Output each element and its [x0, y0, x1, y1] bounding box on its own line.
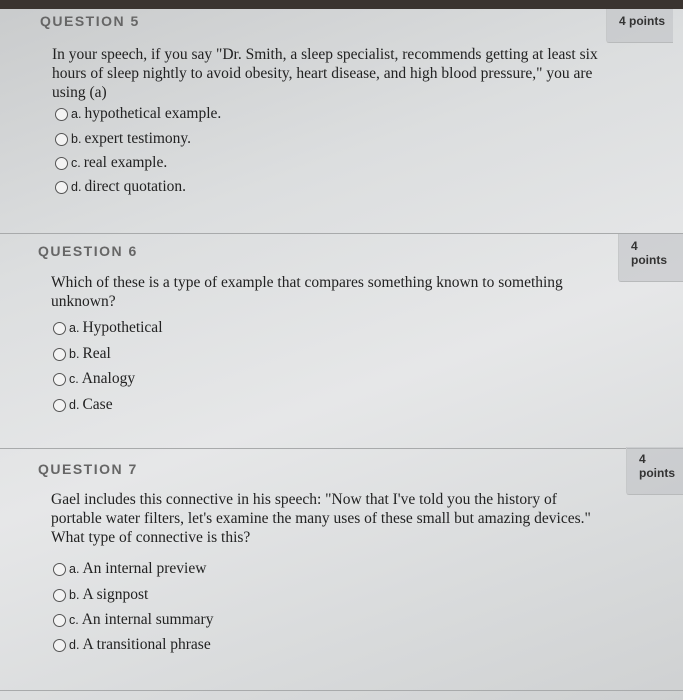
option-letter: b.	[69, 347, 80, 361]
radio-button-icon[interactable]	[53, 588, 66, 602]
radio-button-icon[interactable]	[55, 180, 68, 194]
browser-top-bar	[0, 0, 683, 9]
question-divider	[0, 233, 683, 234]
radio-button-icon[interactable]	[53, 562, 66, 576]
radio-button-icon[interactable]	[53, 347, 66, 361]
option-letter: c.	[69, 372, 79, 386]
option-label: direct quotation.	[84, 178, 187, 195]
option-letter: b.	[69, 588, 80, 602]
option-letter: d.	[71, 180, 82, 194]
option-label: Real	[82, 345, 111, 362]
question-text-line: Gael includes this connective in his spe…	[51, 491, 557, 508]
question-text-line: Which of these is a type of example that…	[51, 274, 563, 291]
option-letter: d.	[69, 638, 80, 652]
option-c[interactable]: c. Analogy	[53, 370, 135, 388]
option-letter: d.	[69, 398, 80, 412]
question-text: In your speech, if you say "Dr. Smith, a…	[52, 45, 598, 102]
question-text-line: unknown?	[51, 293, 116, 310]
question-divider	[0, 690, 683, 691]
option-b[interactable]: b. Real	[53, 345, 111, 363]
option-a[interactable]: a. Hypothetical	[53, 319, 163, 337]
option-letter: c.	[69, 613, 79, 627]
radio-button-icon[interactable]	[53, 613, 66, 627]
question-header: QUESTION 7	[38, 461, 138, 477]
option-label: real example.	[83, 154, 168, 171]
option-letter: a.	[69, 321, 80, 335]
option-label: A transitional phrase	[82, 636, 211, 653]
question-header: QUESTION 6	[38, 243, 138, 259]
option-c[interactable]: c. real example.	[55, 154, 167, 172]
question-text-line: What type of connective is this?	[51, 529, 251, 546]
radio-button-icon[interactable]	[53, 372, 66, 386]
option-label: Hypothetical	[82, 319, 163, 336]
option-label: An internal summary	[81, 611, 214, 628]
option-letter: a.	[71, 107, 82, 121]
radio-button-icon[interactable]	[55, 132, 68, 146]
question-text: Gael includes this connective in his spe…	[51, 490, 591, 547]
option-label: Case	[82, 396, 113, 413]
question-text: Which of these is a type of example that…	[51, 273, 563, 311]
radio-button-icon[interactable]	[53, 321, 66, 335]
option-d[interactable]: d. Case	[53, 396, 113, 414]
option-letter: a.	[69, 562, 80, 576]
question-divider	[0, 448, 683, 449]
points-badge: 4 points	[626, 447, 683, 495]
option-label: An internal preview	[82, 560, 207, 577]
points-badge: 4 points	[606, 9, 674, 43]
option-c[interactable]: c. An internal summary	[53, 611, 213, 629]
option-label: hypothetical example.	[84, 105, 222, 122]
option-d[interactable]: d. A transitional phrase	[53, 636, 211, 654]
question-text-line: portable water filters, let's examine th…	[51, 510, 591, 527]
radio-button-icon[interactable]	[53, 638, 66, 652]
question-text-line: hours of sleep nightly to avoid obesity,…	[52, 65, 593, 82]
radio-button-icon[interactable]	[55, 107, 68, 121]
radio-button-icon[interactable]	[55, 156, 68, 170]
radio-button-icon[interactable]	[53, 398, 66, 412]
option-label: Analogy	[81, 370, 136, 387]
option-letter: c.	[71, 156, 81, 170]
option-label: expert testimony.	[84, 130, 192, 147]
question-text-line: using (a)	[52, 84, 107, 101]
option-b[interactable]: b. A signpost	[53, 586, 148, 604]
option-b[interactable]: b. expert testimony.	[55, 130, 191, 148]
question-text-line: In your speech, if you say "Dr. Smith, a…	[52, 46, 598, 63]
option-d[interactable]: d. direct quotation.	[55, 178, 186, 196]
option-letter: b.	[71, 132, 82, 146]
option-a[interactable]: a. An internal preview	[53, 560, 206, 578]
option-label: A signpost	[82, 586, 149, 603]
option-a[interactable]: a. hypothetical example.	[55, 105, 221, 123]
question-header: QUESTION 5	[40, 13, 140, 29]
points-badge: 4 points	[618, 234, 683, 282]
